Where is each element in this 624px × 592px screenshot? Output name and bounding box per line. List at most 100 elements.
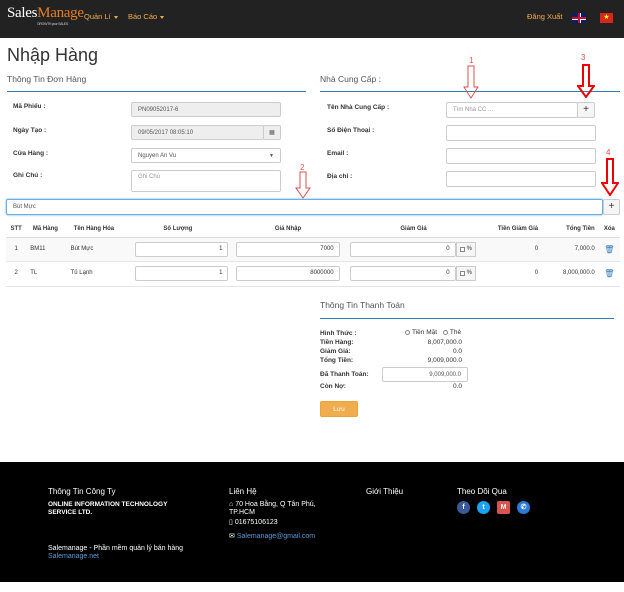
page-title: Nhập Hàng <box>7 45 99 65</box>
col-ten-hang: Tên Hàng Hóa <box>64 222 124 238</box>
supplier-email-input[interactable] <box>446 148 596 164</box>
radio-tien-mat[interactable]: Tiền Mặt <box>405 329 437 336</box>
product-table: STT Mã Hàng Tên Hàng Hóa Số Lượng Giá Nh… <box>6 222 620 285</box>
order-info-divider <box>7 91 306 92</box>
da-thanh-toan-label: Đã Thanh Toán: <box>320 371 369 378</box>
save-button[interactable]: Lưu <box>320 401 358 417</box>
payment-divider <box>320 318 614 319</box>
quantity-input[interactable]: 1 <box>135 241 229 257</box>
facebook-icon[interactable]: f <box>457 501 470 514</box>
menu-baocao[interactable]: Báo Cáo <box>128 12 165 21</box>
logo-sales: Sales <box>7 5 38 21</box>
col-ma-hang: Mã Hàng <box>26 222 65 238</box>
trash-icon[interactable]: 🗑 <box>604 269 614 278</box>
table-bottom-border <box>6 286 620 287</box>
uk-flag-icon[interactable] <box>572 13 586 23</box>
supplier-search-input[interactable]: Tìm Nhà CC ... <box>446 102 578 118</box>
cua-hang-value: Nguyen An Vu <box>138 152 177 159</box>
footer-site-link[interactable]: Salemanage.net <box>48 553 99 560</box>
discount-input[interactable]: 0 <box>349 265 456 281</box>
logo-manage: Manage <box>37 5 84 21</box>
hinh-thuc-label: Hình Thức : <box>320 330 357 337</box>
col-xoa: Xóa <box>598 222 620 238</box>
percent-toggle[interactable]: % <box>455 241 476 257</box>
annotation-arrow-3 <box>577 64 595 98</box>
col-giam-gia: Giảm Giá <box>343 222 484 238</box>
discount-input[interactable]: 0 <box>349 241 456 257</box>
home-icon: ⌂ <box>229 501 234 508</box>
tong-tien-label: Tổng Tiền: <box>320 357 354 364</box>
footer-intro-title[interactable]: Giới Thiệu <box>366 487 403 496</box>
footer-address: ⌂ 70 Hoa Bằng, Q Tân Phú, <box>229 501 316 508</box>
con-no-label: Còn Nợ: <box>320 383 346 390</box>
row-stt: 1 <box>6 236 27 261</box>
add-supplier-button[interactable]: + <box>577 102 595 118</box>
gmail-icon[interactable]: M <box>497 501 510 514</box>
price-input[interactable]: 8000000 <box>236 265 340 281</box>
top-navbar: SalesManage GROWTH your SALES Quản Lí Bá… <box>0 0 624 38</box>
supplier-name-label: Tên Nhà Cung Cấp : <box>327 104 390 111</box>
col-gia-nhap: Giá Nhập <box>232 222 344 238</box>
da-thanh-toan-input[interactable]: 9,009,000.0 <box>382 367 468 382</box>
table-header-row: STT Mã Hàng Tên Hàng Hóa Số Lượng Giá Nh… <box>6 222 620 238</box>
row-tong: 8,000,000.0 <box>542 260 599 285</box>
giam-gia-value: 0.0 <box>452 348 462 355</box>
footer-address-1: 70 Hoa Bằng, Q Tân Phú, <box>235 501 316 508</box>
ngay-tao-field[interactable]: 09/05/2017 08:05:10 <box>131 125 264 140</box>
payment-title: Thông Tin Thanh Toán <box>320 300 405 310</box>
footer-email-link[interactable]: Salemanage@gmail.com <box>237 533 315 540</box>
product-search-input[interactable]: Bút Mực <box>6 199 603 215</box>
footer-phone: ▯ 01675106123 <box>229 518 278 526</box>
annotation-4: 4 <box>606 148 611 157</box>
chevron-down-icon: ▼ <box>269 152 274 159</box>
annotation-arrow-2 <box>295 171 311 199</box>
row-tong: 7,000.0 <box>542 236 599 261</box>
row-stt: 2 <box>6 260 27 285</box>
price-input[interactable]: 7000 <box>236 241 340 257</box>
footer-company-name-1: ONLINE INFORMATION TECHNOLOGY <box>48 501 168 508</box>
supplier-phone-label: Số Điện Thoại : <box>327 127 375 134</box>
annotation-arrow-1 <box>463 65 479 99</box>
phone-icon: ▯ <box>229 519 233 526</box>
col-so-luong: Số Lượng <box>123 222 233 238</box>
tien-hang-label: Tiền Hàng: <box>320 339 354 346</box>
annotation-1: 1 <box>469 56 474 65</box>
menu-quanli-label: Quản Lí <box>84 12 111 21</box>
footer-contact-title: Liên Hệ <box>229 487 257 496</box>
tong-tien-value: 9,009,000.0 <box>427 357 462 364</box>
annotation-arrow-4 <box>601 158 619 196</box>
twitter-icon[interactable]: t <box>477 501 490 514</box>
menu-quanli[interactable]: Quản Lí <box>84 12 118 21</box>
footer-slogan: Salemanage - Phần mềm quản lý bán hàng <box>48 545 184 552</box>
ma-phieu-field[interactable]: PN09052017-6 <box>131 102 281 117</box>
ma-phieu-label: Mã Phiếu : <box>13 103 46 110</box>
trash-icon[interactable]: 🗑 <box>604 245 614 254</box>
ghi-chu-label: Ghi Chú : <box>13 172 43 179</box>
tien-hang-value: 8,007,000.0 <box>427 339 462 346</box>
table-row: 1 BM11 Bút Mực 1 7000 0% 0 7,000.0 🗑 <box>6 236 620 261</box>
quantity-input[interactable]: 1 <box>135 265 229 281</box>
ngay-tao-label: Ngày Tạo : <box>13 127 47 134</box>
radio-icon <box>405 329 410 335</box>
supplier-address-input[interactable] <box>446 171 596 187</box>
con-no-value: 0.0 <box>452 383 462 390</box>
logo[interactable]: SalesManage GROWTH your SALES <box>7 5 84 26</box>
radio-the[interactable]: Thẻ <box>442 329 461 336</box>
checkbox-icon <box>459 270 465 276</box>
supplier-phone-input[interactable] <box>446 125 596 141</box>
logout-link[interactable]: Đăng Xuất <box>527 12 562 21</box>
giam-gia-label: Giảm Giá: <box>320 348 351 355</box>
cua-hang-select[interactable]: Nguyen An Vu ▼ <box>131 148 281 163</box>
footer: Thông Tin Công Ty ONLINE INFORMATION TEC… <box>0 462 624 582</box>
footer-company-title: Thông Tin Công Ty <box>48 487 116 496</box>
add-product-button[interactable]: + <box>603 199 620 215</box>
footer-company-name-2: SERVICE LTD. <box>48 509 93 516</box>
tien-mat-label: Tiền Mặt <box>412 329 438 336</box>
percent-toggle[interactable]: % <box>455 265 476 281</box>
vn-flag-icon[interactable]: ★ <box>600 13 613 23</box>
percent-label: % <box>466 270 472 277</box>
calendar-icon[interactable]: ▦ <box>263 125 281 140</box>
ghi-chu-textarea[interactable]: Ghi Chú <box>131 170 281 192</box>
phone-call-icon[interactable]: ✆ <box>517 501 530 514</box>
row-ten: Bút Mực <box>64 236 124 261</box>
